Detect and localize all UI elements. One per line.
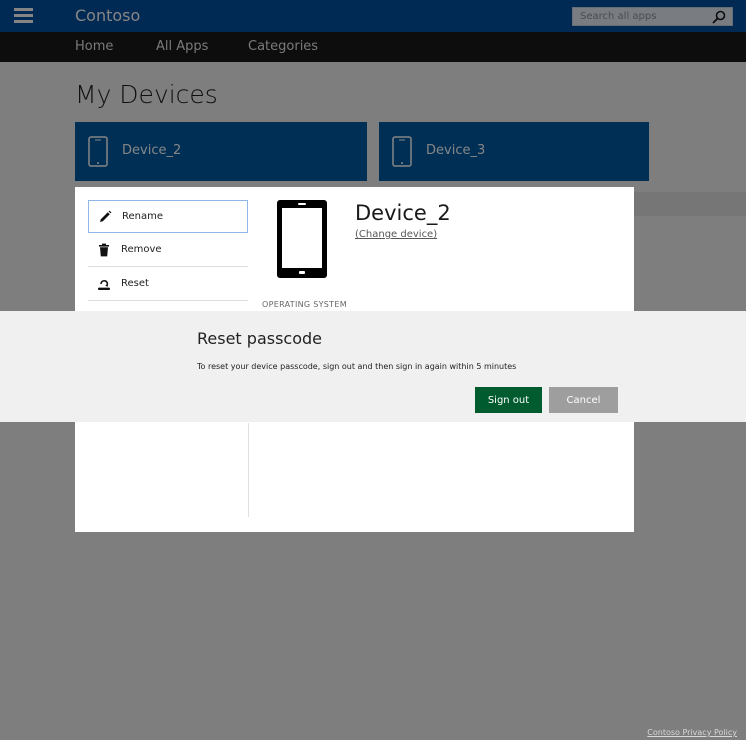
menu-item-reset[interactable]: Reset: [88, 268, 248, 301]
reset-icon: [98, 280, 110, 290]
menu-item-remove[interactable]: Remove: [88, 234, 248, 267]
pencil-icon: [100, 210, 112, 222]
menu-item-label: Rename: [122, 211, 164, 222]
panel-divider: [248, 423, 249, 517]
privacy-policy-link[interactable]: Contoso Privacy Policy: [647, 728, 737, 737]
menu-item-label: Remove: [121, 244, 162, 255]
reset-passcode-dialog: Reset passcode To reset your device pass…: [0, 311, 746, 422]
dialog-title: Reset passcode: [197, 329, 322, 348]
device-name-heading: Device_2: [355, 201, 451, 225]
menu-item-rename[interactable]: Rename: [88, 200, 248, 233]
sign-out-button[interactable]: Sign out: [475, 387, 542, 413]
device-phone-icon: [277, 200, 327, 278]
portal-page: Contoso Home All Apps Categories My Devi…: [0, 0, 746, 740]
trash-icon: [99, 243, 109, 257]
menu-item-label: Reset: [121, 278, 149, 289]
change-device-link[interactable]: (Change device): [355, 229, 437, 240]
dialog-message: To reset your device passcode, sign out …: [197, 362, 517, 371]
os-section-label: OPERATING SYSTEM: [262, 300, 347, 309]
cancel-button[interactable]: Cancel: [549, 387, 618, 413]
